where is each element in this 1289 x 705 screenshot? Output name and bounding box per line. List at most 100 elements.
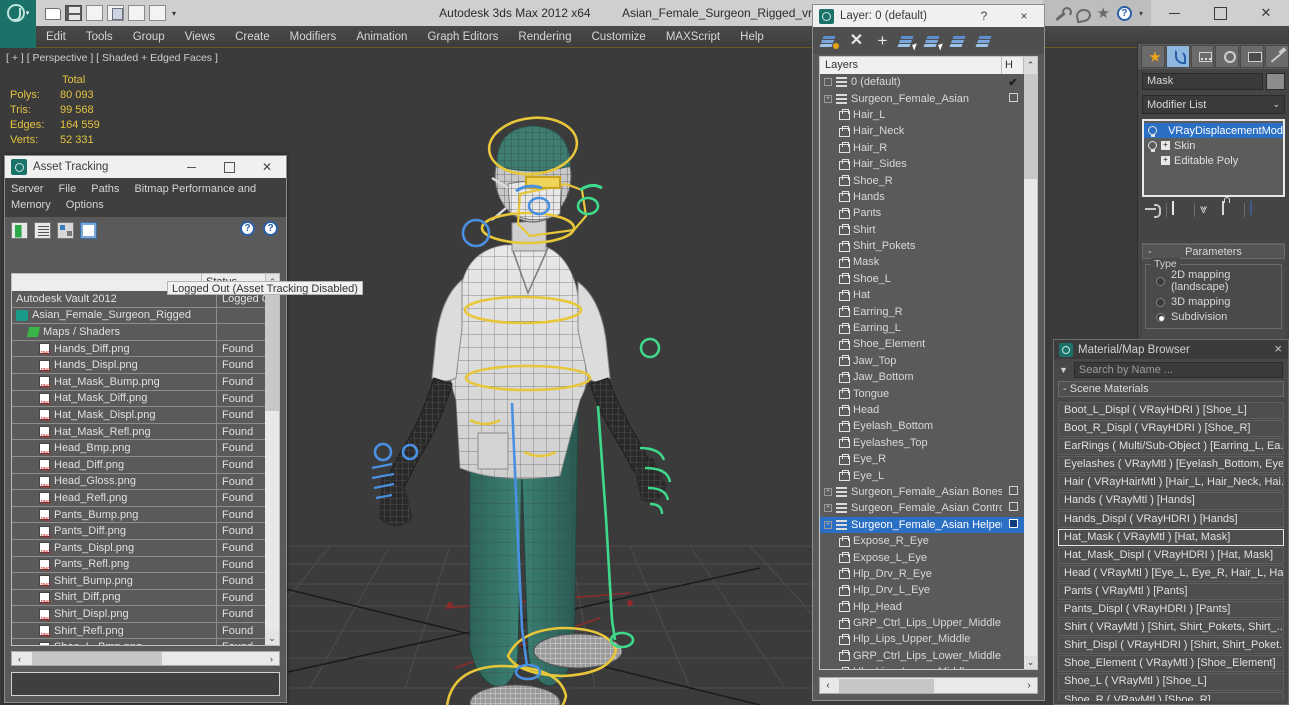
- layer-hide-cell[interactable]: [1002, 502, 1024, 514]
- list-item[interactable]: Hair_L: [820, 107, 1024, 123]
- star-icon[interactable]: ★: [1097, 6, 1110, 21]
- expand-collapse-icon[interactable]: +: [824, 520, 832, 529]
- search-input[interactable]: Search by Name ...: [1073, 361, 1283, 378]
- show-end-result-icon[interactable]: [1172, 201, 1174, 215]
- checkmark-icon[interactable]: ✔: [1008, 77, 1017, 89]
- asset-minimize-button[interactable]: [172, 156, 210, 178]
- table-row[interactable]: Head_Bmp.pngFound: [12, 440, 279, 457]
- menu-animation[interactable]: Animation: [346, 26, 417, 48]
- highlight-selected-icon[interactable]: [926, 33, 943, 49]
- asset-table-body[interactable]: Autodesk Vault 2012 Logged O Asian_Female_…: [12, 291, 279, 645]
- menu-edit[interactable]: Edit: [36, 26, 76, 48]
- table-row[interactable]: Pants_Refl.pngFound: [12, 556, 279, 574]
- material-list-item[interactable]: Hands_Displ ( VRayHDRI ) [Hands]: [1058, 510, 1284, 528]
- radio-icon-selected[interactable]: [1156, 312, 1165, 322]
- hide-layer-icon[interactable]: [952, 33, 969, 49]
- tab-motion[interactable]: [1215, 45, 1240, 68]
- material-list-item[interactable]: Shoe_L ( VRayMtl ) [Shoe_L]: [1058, 673, 1284, 691]
- section-collapse-icon[interactable]: -: [1063, 383, 1067, 395]
- list-item[interactable]: Eye_R: [820, 451, 1024, 467]
- parameters-rollout-header[interactable]: - Parameters: [1142, 244, 1285, 259]
- tab-modify[interactable]: [1165, 45, 1190, 68]
- material-list-item[interactable]: Shoe_R ( VRayMtl ) [Shoe_R]: [1058, 691, 1284, 701]
- command-panel[interactable]: Mask Modifier List ⌄ VRayDisplacementMod…: [1137, 44, 1289, 344]
- asset-close-button[interactable]: ✕: [248, 156, 286, 178]
- list-item[interactable]: 0 (default) ✔: [820, 74, 1024, 90]
- expand-collapse-icon[interactable]: [824, 78, 832, 87]
- context-help-icon[interactable]: ?: [263, 221, 278, 236]
- radio-icon[interactable]: [1156, 297, 1165, 307]
- list-item[interactable]: Hlp_Lips_Upper_Middle: [820, 631, 1024, 647]
- chevron-down-icon[interactable]: ▾: [172, 9, 176, 18]
- modifier-stack-item-vraydisplacementmod[interactable]: VRayDisplacementMod: [1144, 123, 1283, 138]
- material-list-item[interactable]: Pants ( VRayMtl ) [Pants]: [1058, 582, 1284, 601]
- material-browser-close-button[interactable]: ×: [1274, 341, 1282, 356]
- material-list-item[interactable]: Head ( VRayMtl ) [Eye_L, Eye_R, Hair_L, …: [1058, 564, 1284, 582]
- layer-hscroll-thumb[interactable]: [839, 678, 934, 693]
- list-item[interactable]: Hair_Neck: [820, 123, 1024, 139]
- layer-help-button[interactable]: ?: [964, 5, 1004, 27]
- chevron-down-icon[interactable]: ⌄: [1272, 99, 1280, 110]
- material-list-item[interactable]: Shirt ( VRayMtl ) [Shirt, Shirt_Pokets, …: [1058, 619, 1284, 637]
- open-file-icon[interactable]: [44, 5, 61, 21]
- list-item[interactable]: Tongue: [820, 385, 1024, 401]
- list-item[interactable]: Hands: [820, 189, 1024, 205]
- configure-sets-icon[interactable]: [1250, 201, 1252, 215]
- layer-dialog[interactable]: Layer: 0 (default) ? × ✕ + Layers H ⌃ 0 …: [812, 4, 1045, 701]
- table-row[interactable]: Shirt_Refl.pngFound: [12, 622, 279, 640]
- tree-view-icon[interactable]: [57, 221, 74, 239]
- table-row[interactable]: Head_Refl.pngFound: [12, 490, 279, 507]
- new-layer-icon[interactable]: [822, 33, 839, 49]
- asset-scroll-thumb[interactable]: [265, 291, 279, 411]
- layer-hide-cell[interactable]: [1002, 92, 1024, 105]
- remove-modifier-icon[interactable]: [1222, 201, 1224, 215]
- asset-tracking-window[interactable]: Asset Tracking ✕ Server File Paths Bitma…: [4, 155, 287, 703]
- asset-menu-paths[interactable]: Paths: [91, 183, 119, 195]
- list-item[interactable]: GRP_Ctrl_Lips_Lower_Middle: [820, 648, 1024, 664]
- asset-scroll-down-button[interactable]: ⌄: [265, 631, 279, 645]
- list-item[interactable]: GRP_Ctrl_Lips_Upper_Middle: [820, 615, 1024, 631]
- asset-vertical-scrollbar[interactable]: ⌄: [265, 291, 279, 645]
- radio-3d-mapping[interactable]: 3D mapping: [1146, 294, 1281, 309]
- asset-hscroll-thumb[interactable]: [32, 652, 162, 665]
- radio-subdivision[interactable]: Subdivision: [1146, 309, 1281, 324]
- material-list-item[interactable]: Hat_Mask ( VRayMtl ) [Hat, Mask]: [1058, 528, 1284, 546]
- add-layer-icon[interactable]: +: [874, 32, 891, 49]
- menu-customize[interactable]: Customize: [581, 26, 655, 48]
- layer-scroll-thumb[interactable]: [1024, 74, 1037, 179]
- parameters-rollout[interactable]: - Parameters Type 2D mapping (landscape)…: [1142, 243, 1285, 340]
- table-row[interactable]: Shirt_Bump.pngFound: [12, 573, 279, 590]
- material-list-item[interactable]: Boot_R_Displ ( VRayHDRI ) [Shoe_R]: [1058, 420, 1284, 438]
- list-item[interactable]: Eye_L: [820, 467, 1024, 483]
- table-row[interactable]: Asian_Female_Surgeon_Rigged: [12, 307, 279, 325]
- tab-display[interactable]: [1240, 45, 1265, 68]
- material-list-item[interactable]: Hair ( VRayHairMtl ) [Hair_L, Hair_Neck,…: [1058, 474, 1284, 492]
- list-item[interactable]: Hair_Sides: [820, 156, 1024, 172]
- table-view-icon[interactable]: [80, 221, 97, 239]
- radio-icon[interactable]: [1156, 276, 1165, 286]
- list-item[interactable]: + Surgeon_Female_Asian Helpers: [820, 516, 1024, 533]
- minimize-button[interactable]: [1151, 0, 1197, 26]
- list-item[interactable]: + Surgeon_Female_Asian: [820, 90, 1024, 106]
- table-row[interactable]: Head_Diff.pngFound: [12, 456, 279, 474]
- object-color-swatch[interactable]: [1266, 73, 1285, 90]
- expand-plus-icon[interactable]: +: [1161, 141, 1170, 150]
- list-item[interactable]: Hlp_Lips_Lower_Middle: [820, 664, 1024, 669]
- satellite-icon[interactable]: [1075, 6, 1090, 21]
- expand-collapse-icon[interactable]: +: [824, 94, 832, 103]
- tab-create[interactable]: [1141, 45, 1165, 68]
- layer-scroll-down-button[interactable]: ⌄: [1024, 656, 1037, 669]
- layer-vertical-scrollbar[interactable]: ⌄: [1024, 74, 1037, 669]
- radio-2d-mapping[interactable]: 2D mapping (landscape): [1146, 267, 1281, 294]
- table-row[interactable]: Head_Gloss.pngFound: [12, 473, 279, 491]
- table-row[interactable]: Hands_Displ.pngFound: [12, 357, 279, 374]
- list-item[interactable]: Hlp_Head: [820, 599, 1024, 615]
- layer-col-layers[interactable]: Layers: [820, 57, 1002, 74]
- checkbox-icon[interactable]: [1008, 92, 1018, 102]
- list-item[interactable]: Hlp_Drv_R_Eye: [820, 566, 1024, 582]
- list-item[interactable]: Shoe_R: [820, 172, 1024, 188]
- expand-plus-icon[interactable]: +: [1161, 156, 1170, 165]
- list-item[interactable]: Jaw_Top: [820, 353, 1024, 369]
- 3dsmax-logo-icon[interactable]: ▾: [0, 0, 36, 26]
- layer-hide-cell[interactable]: ✔: [1002, 76, 1024, 89]
